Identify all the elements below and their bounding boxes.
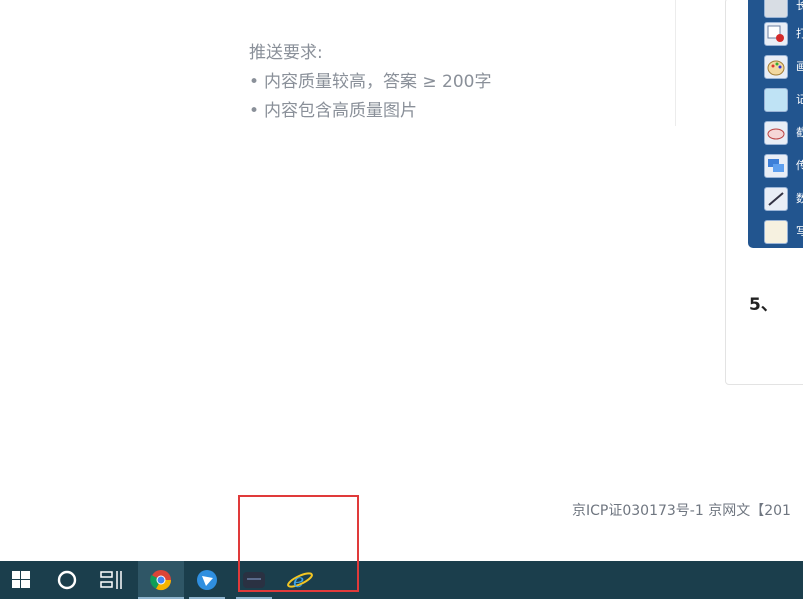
menu-item-label: 长 bbox=[796, 0, 803, 12]
highlight-box bbox=[238, 495, 359, 592]
step-number: 5、 bbox=[749, 295, 778, 315]
bullet-icon: • bbox=[249, 72, 260, 92]
task-view-icon bbox=[100, 571, 122, 589]
footer-icp[interactable]: 京ICP证030173号-1 京网文【201 bbox=[572, 500, 791, 520]
record-icon bbox=[764, 22, 788, 46]
menu-item-label: 数 bbox=[796, 192, 803, 205]
content-divider bbox=[675, 0, 676, 126]
snipping-tool-icon bbox=[764, 121, 788, 145]
remote-desktop-icon bbox=[764, 154, 788, 178]
menu-item-label: 传 bbox=[796, 159, 803, 172]
list-item-text: 内容质量较高，答案 ≥ 200字 bbox=[264, 72, 492, 92]
bullet-icon: • bbox=[249, 101, 260, 121]
taskbar-feishu[interactable] bbox=[189, 561, 225, 599]
feishu-icon bbox=[197, 570, 217, 590]
taskbar-chrome[interactable] bbox=[138, 561, 184, 599]
push-requirements-list: • 内容质量较高，答案 ≥ 200字 • 内容包含高质量图片 bbox=[249, 70, 492, 128]
chrome-icon bbox=[150, 570, 172, 591]
list-item-text: 内容包含高质量图片 bbox=[264, 101, 417, 121]
list-item: • 内容包含高质量图片 bbox=[249, 99, 492, 128]
wordpad-icon bbox=[764, 220, 788, 244]
menu-item-label: 记 bbox=[796, 93, 803, 106]
menu-item-label: 画 bbox=[796, 60, 803, 73]
start-button[interactable] bbox=[0, 561, 44, 599]
menu-item: 写 bbox=[764, 220, 803, 246]
math-input-icon bbox=[764, 187, 788, 211]
notepad-icon bbox=[764, 88, 788, 112]
search-button[interactable] bbox=[45, 561, 89, 599]
list-item: • 内容质量较高，答案 ≥ 200字 bbox=[249, 70, 492, 99]
taskbar: e bbox=[0, 561, 803, 599]
menu-item: 长 bbox=[764, 0, 803, 20]
menu-item: 画 bbox=[764, 55, 803, 81]
menu-item-label: 截 bbox=[796, 126, 803, 139]
menu-item-label: 打 bbox=[796, 27, 803, 40]
printer-icon bbox=[764, 0, 788, 18]
task-view-button[interactable] bbox=[90, 561, 134, 599]
push-requirements-title: 推送要求: bbox=[249, 43, 323, 63]
menu-item: 记 bbox=[764, 88, 803, 114]
paint-palette-icon bbox=[764, 55, 788, 79]
windows-start-icon bbox=[12, 571, 30, 588]
menu-item: 数 bbox=[764, 187, 803, 213]
menu-item: 打 bbox=[764, 22, 803, 48]
cortana-search-icon bbox=[57, 570, 77, 590]
menu-item-label: 写 bbox=[796, 225, 803, 238]
start-menu-screenshot-panel: 长 打 画 记 截 传 数 写 bbox=[748, 0, 803, 248]
menu-item: 传 bbox=[764, 154, 803, 180]
menu-item: 截 bbox=[764, 121, 803, 147]
